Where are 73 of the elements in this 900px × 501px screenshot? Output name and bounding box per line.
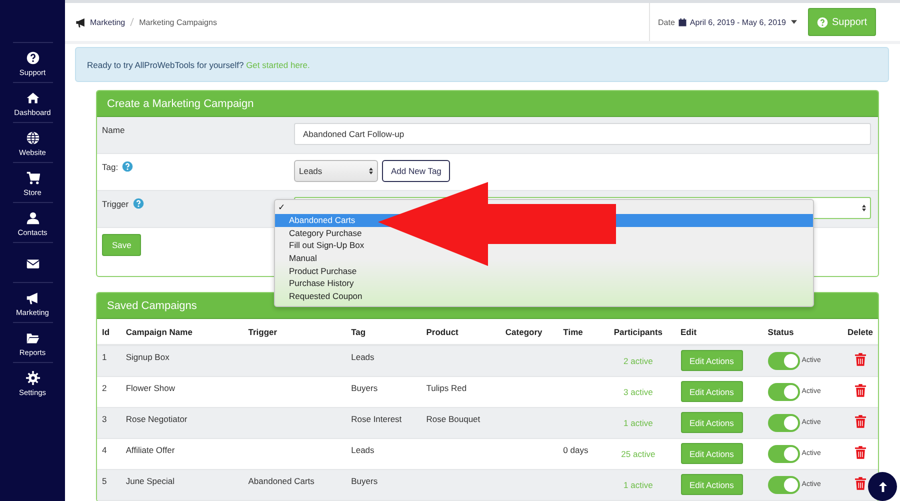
tag-select[interactable]: Leads [294,160,378,182]
settings-icon [26,371,40,385]
trash-icon[interactable] [854,446,866,459]
status-toggle[interactable] [768,382,800,400]
dropdown-option[interactable]: Fill out Sign-Up Box [275,239,813,252]
panel-title: Saved Campaigns [107,300,197,312]
participants-count: 1 active [624,478,653,490]
person-icon [26,211,40,225]
trash-icon[interactable] [854,384,866,397]
megaphone-icon [26,291,40,305]
status-toggle[interactable] [768,476,800,494]
table-cell-text: Flower Show [126,382,175,392]
participants-count: 25 active [621,448,656,458]
dropdown-option[interactable]: Purchase History [275,277,813,290]
help-icon [816,16,828,28]
table-cell-text: Affiliate Offer [126,444,175,454]
house-icon [26,91,40,105]
table-cell-text: Tulips Red [426,382,467,392]
help-icon[interactable] [122,161,134,172]
field-label: Tag: [102,161,118,172]
select-arrows-icon [369,167,373,175]
dropdown-option[interactable]: Product Purchase [275,264,813,278]
table-cell-text: Buyers [351,382,378,392]
participants-count: 2 active [624,355,653,366]
help-icon [26,51,40,65]
panel-title: Create a Marketing Campaign [107,98,254,110]
participants-count: 3 active [624,386,653,396]
table-cell-text: Rose Bouquet [426,412,480,424]
table-cell-text: 2 [102,382,107,392]
table-cell-text: 3 [102,412,107,424]
status-toggle[interactable] [768,444,800,462]
scroll-to-top-button[interactable] [868,472,897,501]
select-arrows-icon [862,204,866,212]
table-cell-text: June Special [126,474,175,486]
dropdown-option[interactable]: Category Purchase [275,226,813,240]
participants-count: 1 active [624,416,653,428]
megaphone-icon [75,16,87,28]
table-cell-text: 0 days [563,444,588,454]
check-mark: ✓ [277,202,287,214]
status-toggle[interactable] [768,352,800,370]
dropdown-option[interactable]: Requested Coupon [275,290,813,303]
table-cell-text: Buyers [351,474,378,486]
table-cell-text: Abandoned Carts [248,474,314,486]
table-cell-text: Rose Negotiator [126,412,188,424]
status-toggle[interactable] [768,414,800,432]
table-cell-text: 1 [102,351,107,362]
globe-icon [26,131,40,145]
dropdown-option[interactable]: Manual [275,252,813,265]
table-cell-text: 5 [102,474,107,486]
date-range-picker[interactable]: Date April 6, 2019 - May 6, 2019 [649,3,805,41]
table-cell-text: Leads [351,351,374,362]
table-cell-text: Leads [351,444,374,454]
table-cell-text: Signup Box [126,351,170,362]
breadcrumb-link[interactable]: Marketing [90,18,126,26]
cart-icon [26,171,40,185]
breadcrumb-current: Marketing Campaigns [139,18,217,26]
calendar-icon [678,18,687,26]
trash-icon[interactable] [854,477,866,490]
breadcrumb-separator [130,18,134,26]
table-cell-text: Rose Interest [351,412,402,424]
trash-icon[interactable] [854,353,866,366]
field-label: Trigger [102,198,129,209]
table-cell-text: 4 [102,444,107,454]
envelope-icon [26,257,40,271]
help-icon[interactable] [132,198,144,209]
name-field[interactable]: Abandoned Cart Follow-up [294,123,871,145]
add-tag-button[interactable]: Add New Tag [382,160,450,182]
caret-icon [790,20,797,24]
banner-text: Ready to try AllProWebTools for yourself? Get started here. [87,60,310,70]
field-label: Name [102,124,125,135]
up-arrow-icon [876,480,888,492]
trash-icon[interactable] [854,415,866,428]
folder-icon [26,331,40,345]
